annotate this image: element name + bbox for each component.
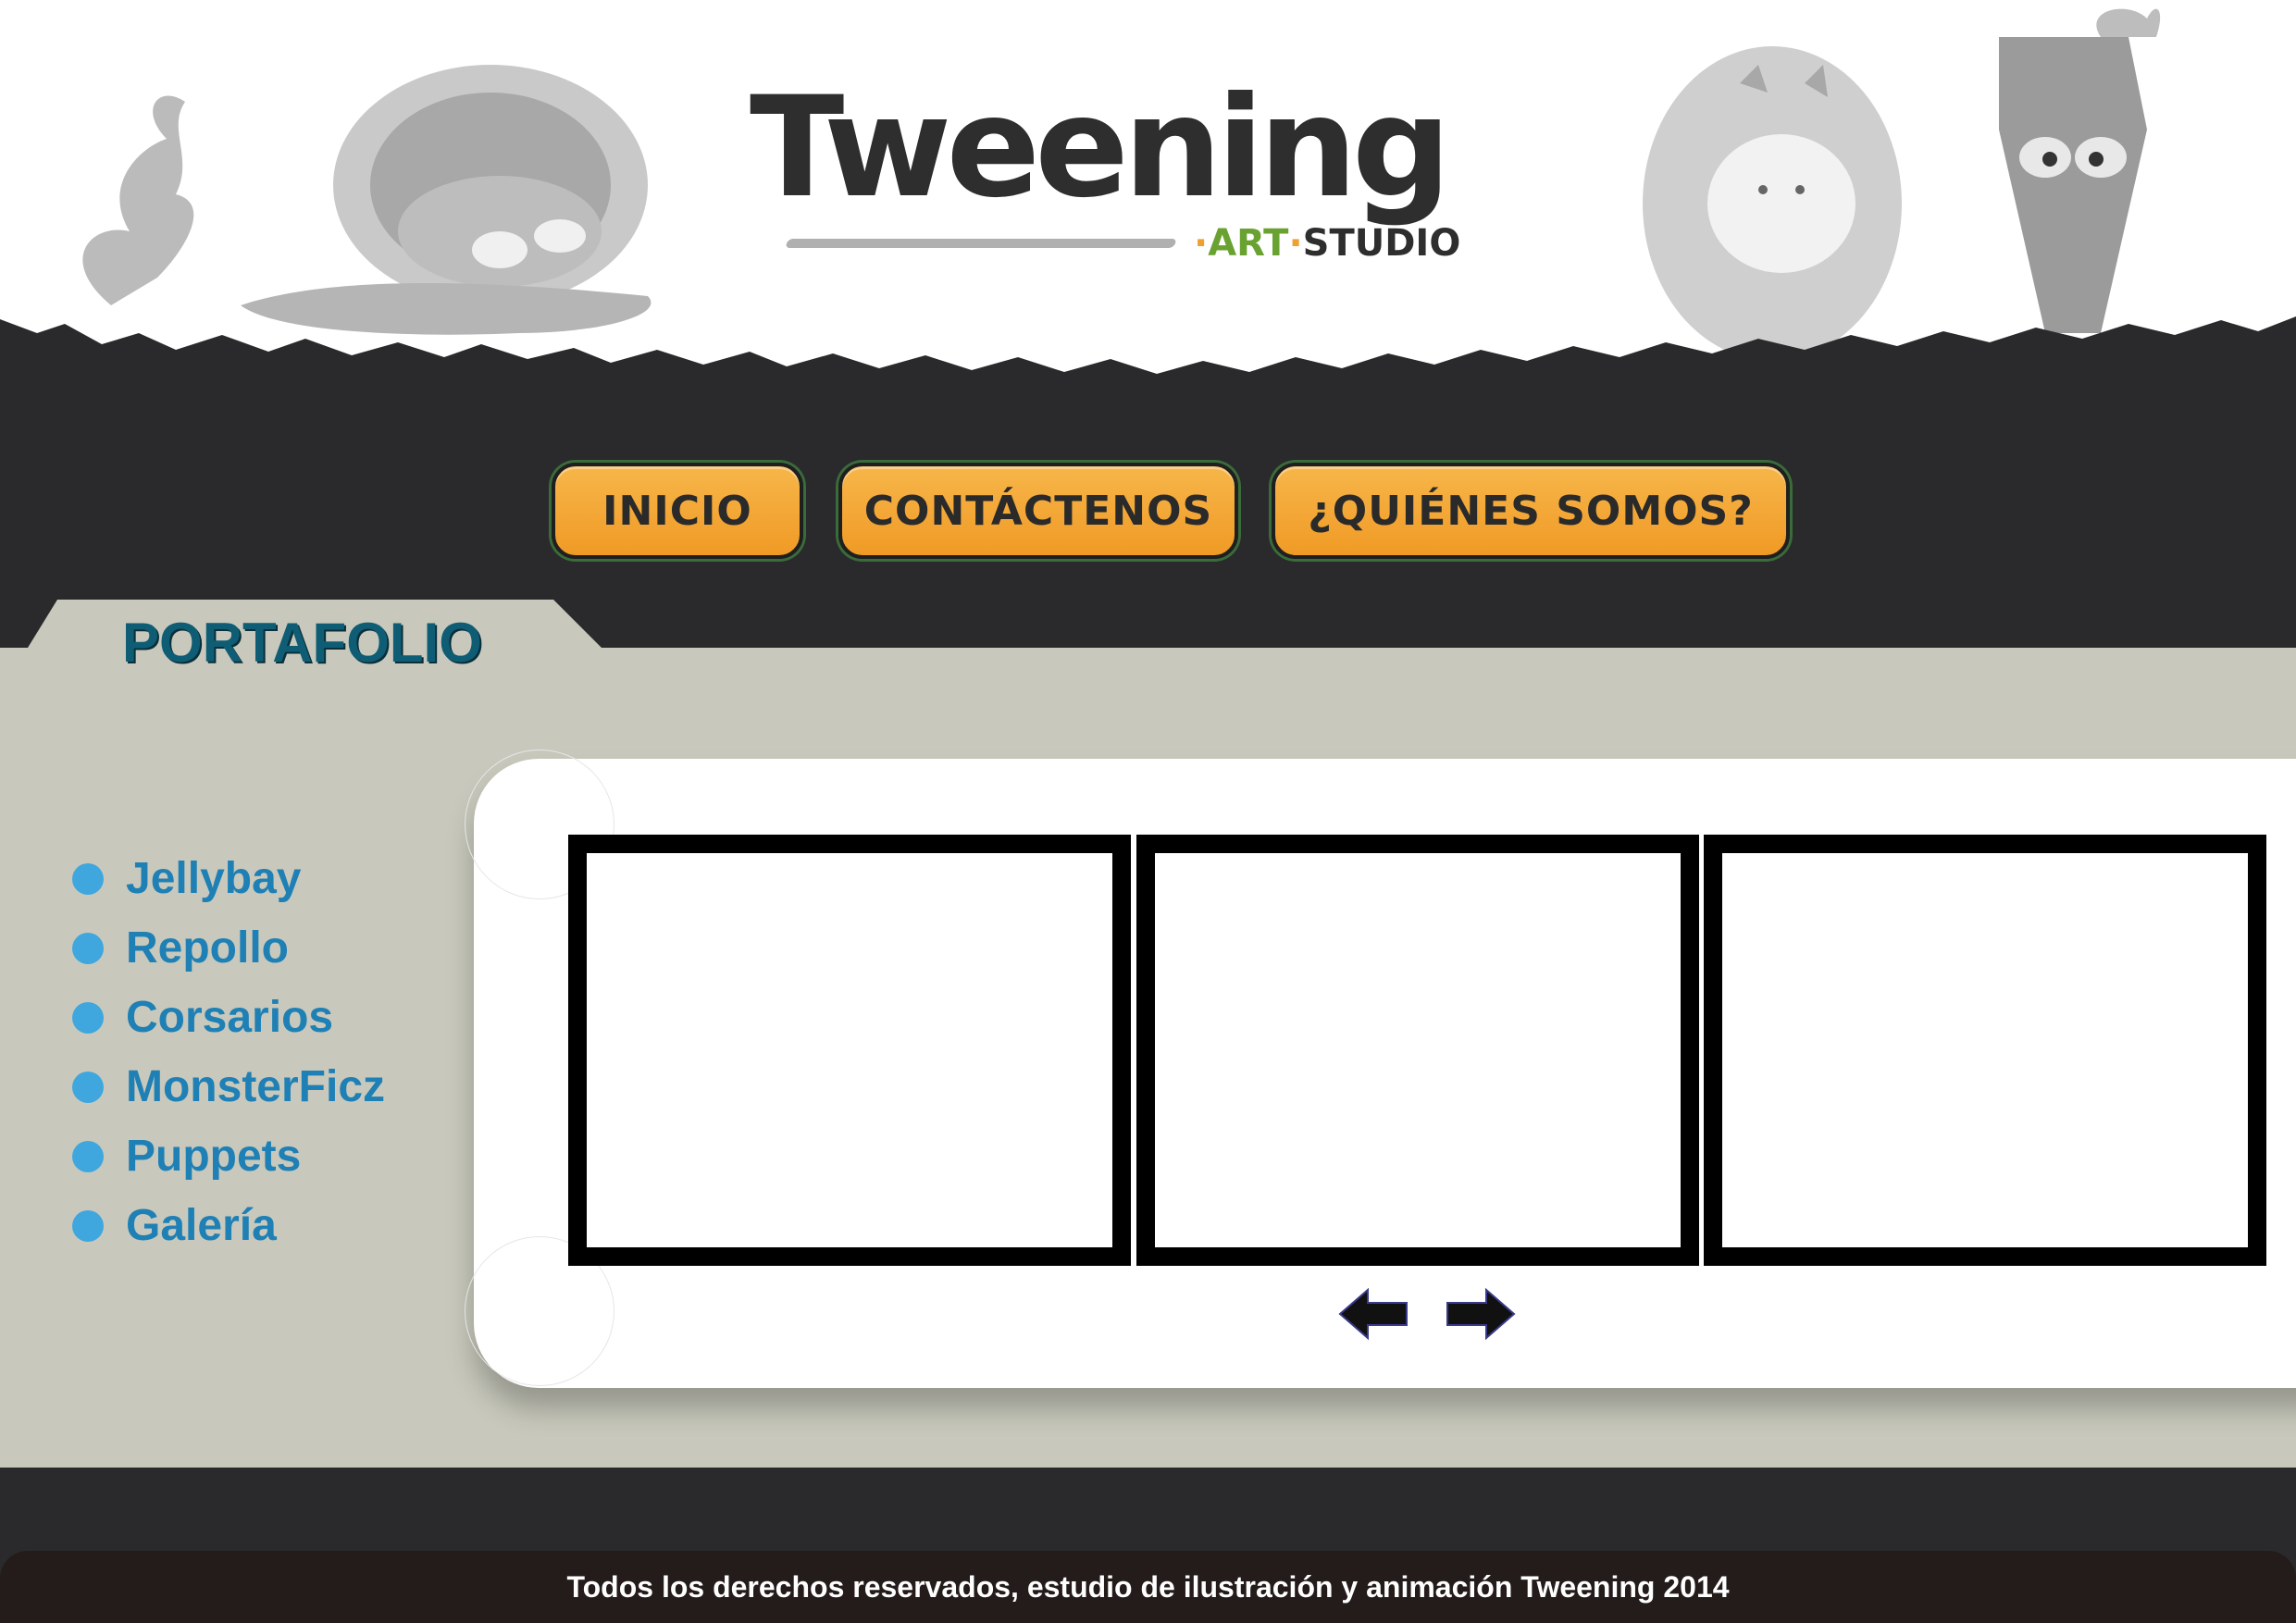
dot-icon (72, 932, 104, 964)
logo[interactable]: Tweening ·ART·STUDIO (750, 74, 1471, 278)
nav-button-label: CONTÁCTENOS (863, 487, 1213, 535)
logo-text: Tweening (750, 68, 1451, 229)
gallery-thumbnail-2[interactable] (1136, 835, 1699, 1266)
nav-button-contactenos[interactable]: CONTÁCTENOS (838, 463, 1238, 559)
logo-underline (785, 239, 1177, 248)
portfolio-item-label: Puppets (126, 1132, 302, 1181)
footer-copyright: Todos los derechos reservados, estudio d… (566, 1569, 1730, 1604)
hairy-monster-illustration (1643, 46, 1902, 361)
dot-icon (72, 1209, 104, 1242)
portfolio-list: Jellybay Repollo Corsarios MonsterFicz P… (72, 844, 385, 1260)
logo-subtitle-studio: STUDIO (1302, 222, 1461, 265)
portfolio-item-label: MonsterFicz (126, 1062, 386, 1111)
portfolio-item-monsterficz[interactable]: MonsterFicz (72, 1052, 385, 1121)
dot-icon (72, 862, 104, 895)
portfolio-item-label: Jellybay (126, 854, 302, 903)
portfolio-item-galeria[interactable]: Galería (72, 1191, 385, 1260)
gallery-thumbnail-1[interactable] (568, 835, 1131, 1266)
header-banner: Tweening ·ART·STUDIO (0, 0, 2296, 435)
portfolio-item-repollo[interactable]: Repollo (72, 913, 385, 983)
jelly-character-illustration (241, 65, 652, 335)
dot-icon (72, 1140, 104, 1172)
arrow-right-icon[interactable] (1442, 1286, 1516, 1342)
portfolio-item-label: Corsarios (126, 993, 334, 1042)
portfolio-item-corsarios[interactable]: Corsarios (72, 983, 385, 1052)
nav-button-inicio[interactable]: INICIO (552, 463, 803, 559)
nav-button-quienes-somos[interactable]: ¿QUIÉNES SOMOS? (1272, 463, 1790, 559)
torn-edge-decoration (0, 316, 2296, 435)
arrow-left-icon[interactable] (1338, 1286, 1412, 1342)
portfolio-item-label: Repollo (126, 923, 289, 973)
portfolio-item-puppets[interactable]: Puppets (72, 1121, 385, 1191)
smoke-illustration (82, 95, 194, 305)
dot-icon (72, 1071, 104, 1103)
logo-subtitle-art: ART (1208, 222, 1289, 265)
carrot-character-illustration (1999, 8, 2161, 333)
logo-subtitle: ·ART·STUDIO (1194, 222, 1461, 265)
footer: Todos los derechos reservados, estudio d… (0, 1551, 2296, 1623)
portfolio-item-jellybay[interactable]: Jellybay (72, 844, 385, 913)
gallery-thumbnail-3[interactable] (1704, 835, 2266, 1266)
dot-icon (72, 1001, 104, 1034)
nav-button-label: ¿QUIÉNES SOMOS? (1308, 487, 1754, 535)
portfolio-item-label: Galería (126, 1201, 277, 1250)
portfolio-title: PORTAFOLIO (122, 612, 482, 674)
nav-button-label: INICIO (602, 487, 752, 535)
